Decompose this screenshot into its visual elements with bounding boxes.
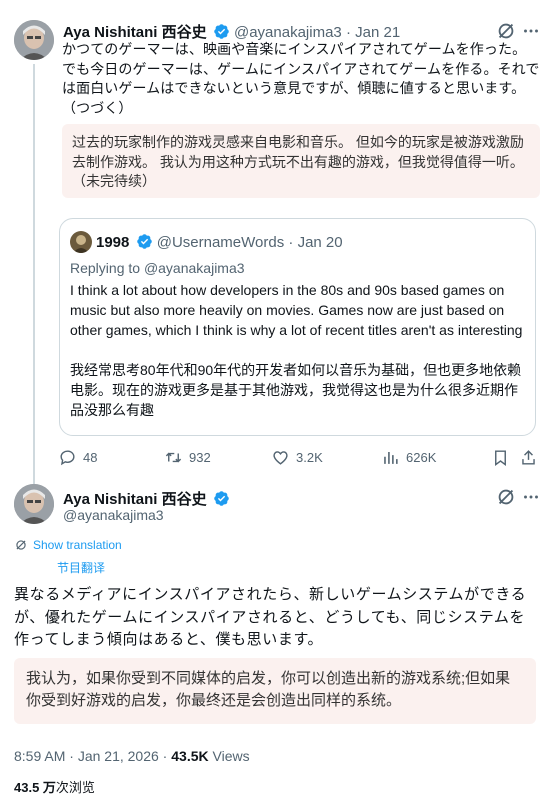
tweet-meta: 8:59 AM · Jan 21, 2026 · 43.5K Views (14, 748, 250, 764)
repost-button[interactable]: 932 (164, 446, 211, 468)
tweet-full-date[interactable]: Jan 21, 2026 (78, 748, 159, 764)
quoted-author-avatar[interactable] (70, 231, 92, 253)
author-avatar[interactable] (14, 484, 54, 524)
reply-icon (60, 449, 75, 465)
like-button[interactable]: 3.2K (271, 446, 323, 468)
quoted-tweet-card[interactable]: 1998 @UsernameWords · Jan 20 Replying to… (59, 218, 536, 436)
quoted-tweet-date[interactable]: Jan 20 (298, 234, 343, 251)
views-count: 626K (406, 449, 437, 465)
author-avatar[interactable] (14, 20, 54, 60)
replying-to: Replying to @ayanakajima3 (70, 260, 245, 276)
author-handle[interactable]: @ayanakajima3 (234, 24, 342, 41)
tweet-date[interactable]: Jan 21 (355, 24, 400, 41)
tweet-actions: 48 932 3.2K 626K (58, 446, 538, 468)
reply-count: 48 (83, 449, 98, 465)
bookmark-button[interactable] (491, 446, 516, 468)
author-handle[interactable]: @ayanakajima3 (63, 507, 164, 523)
replying-to-handle[interactable]: @ayanakajima3 (144, 260, 245, 276)
grok-icon[interactable] (495, 20, 517, 42)
quoted-tweet-header: 1998 @UsernameWords · Jan 20 (96, 234, 343, 251)
translation-box: 过去的玩家制作的游戏灵感来自电影和音乐。 但如今的玩家是被游戏激励去制作游戏。 … (62, 124, 540, 198)
share-icon (522, 449, 535, 465)
quoted-tweet-translation: 我经常思考80年代和90年代的开发者如何以音乐为基础，但也更多地依赖电影。现在的… (70, 362, 522, 418)
tweet-text: かつてのゲーマーは、映画や音楽にインスパイアされてゲームを作った。でも今日のゲー… (62, 41, 540, 116)
verified-badge-icon (136, 234, 152, 249)
tweet-text: 異なるメディアにインスパイアされたら、新しいゲームシステムができるが、優れたゲー… (14, 586, 527, 648)
thread-line (33, 64, 35, 484)
quoted-author-name[interactable]: 1998 (96, 234, 129, 251)
like-count: 3.2K (296, 449, 323, 465)
more-icon[interactable] (520, 20, 542, 42)
translation-box: 我认为，如果你受到不同媒体的启发，你可以创造出新的游戏系统;但如果你受到好游戏的… (14, 658, 536, 724)
quoted-author-handle[interactable]: @UsernameWords (157, 234, 285, 251)
repost-count: 932 (189, 449, 211, 465)
tweet-header: Aya Nishitani 西谷史 (63, 488, 230, 509)
show-translation-link[interactable]: Show translation (14, 538, 122, 552)
show-translation-cn: 节目翻译 (57, 561, 106, 575)
bookmark-icon (495, 449, 506, 466)
author-name[interactable]: Aya Nishitani 西谷史 (63, 491, 207, 508)
share-button[interactable] (519, 446, 544, 468)
verified-badge-icon (214, 491, 229, 506)
author-name[interactable]: Aya Nishitani 西谷史 (63, 24, 207, 41)
verified-badge-icon (214, 24, 229, 39)
translate-icon (16, 540, 26, 550)
views-total: 43.5K (171, 748, 209, 764)
views-cn-label: 次浏览 (55, 780, 95, 795)
heart-icon (273, 450, 288, 465)
tweet-time[interactable]: 8:59 AM (14, 748, 65, 764)
views-cn-count: 43.5 万 (14, 780, 56, 795)
analytics-icon (384, 451, 398, 464)
tweet-header: Aya Nishitani 西谷史 @ayanakajima3 · Jan 21 (63, 24, 401, 41)
reply-button[interactable]: 48 (58, 446, 97, 468)
quoted-tweet-text: I think a lot about how developers in th… (70, 282, 523, 338)
more-icon[interactable] (520, 486, 542, 508)
views-cn: 43.5 万次浏览 (14, 777, 95, 796)
views-label: Views (212, 748, 250, 764)
grok-icon[interactable] (495, 486, 517, 508)
views-button[interactable]: 626K (381, 446, 436, 468)
repost-icon (165, 452, 182, 462)
